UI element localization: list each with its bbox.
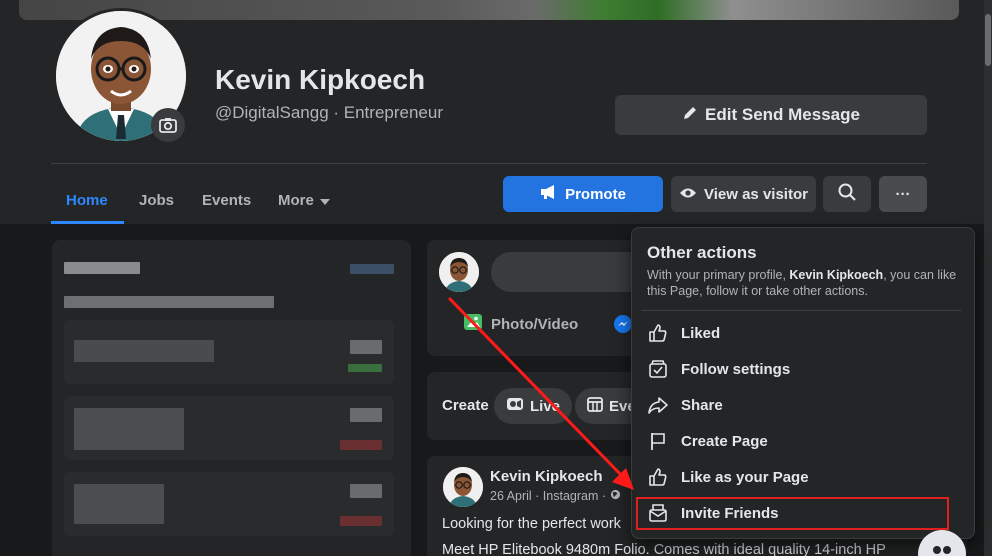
pixelated-text — [350, 484, 382, 498]
photo-icon — [463, 312, 483, 336]
messenger-icon[interactable] — [613, 314, 633, 339]
post-composer: Photo/Video — [427, 240, 647, 356]
pixelated-text — [74, 484, 164, 524]
menu-title: Other actions — [647, 243, 757, 262]
pixelated-text — [74, 340, 214, 362]
tab-label: Home — [66, 191, 108, 209]
pixelated-text — [350, 264, 394, 274]
menu-desc-name: Kevin Kipkoech — [789, 268, 884, 282]
menu-item-label: Create Page — [681, 432, 768, 450]
view-as-visitor-label: View as visitor — [704, 185, 808, 203]
thumbs-up-icon — [647, 322, 669, 344]
cover-photo[interactable] — [19, 0, 959, 20]
flag-icon — [647, 430, 669, 452]
live-video-icon — [506, 397, 524, 415]
scrollbar-thumb[interactable] — [985, 14, 991, 66]
floating-action-button[interactable] — [918, 530, 966, 556]
post-author[interactable]: Kevin Kipkoech — [490, 468, 603, 485]
share-icon — [647, 394, 669, 416]
pixelated-text — [340, 516, 382, 526]
photo-video-label: Photo/Video — [491, 315, 579, 333]
menu-item-liked[interactable]: Liked — [638, 316, 960, 350]
pixelated-text — [74, 408, 184, 450]
tab-more[interactable]: More — [278, 176, 330, 224]
tab-label: Events — [202, 191, 252, 209]
page-title: Kevin Kipkoech — [215, 64, 426, 95]
pixelated-text — [348, 364, 382, 372]
post-meta-text: 26 April · Instagram · — [490, 489, 607, 503]
header-divider — [51, 163, 927, 164]
annotation-highlight-box — [636, 497, 949, 530]
tab-label: Jobs — [139, 191, 175, 209]
menu-item-label: Share — [681, 396, 723, 414]
post-meta: 26 April · Instagram · — [490, 489, 621, 503]
eye-icon — [679, 186, 697, 203]
avatar[interactable] — [443, 467, 483, 507]
live-label: Live — [530, 397, 561, 415]
megaphone-icon — [540, 184, 558, 204]
follow-settings-icon — [647, 358, 669, 380]
menu-divider — [641, 310, 961, 311]
menu-item-like-as-page[interactable]: Like as your Page — [638, 460, 960, 494]
photo-video-button[interactable]: Photo/Video — [463, 312, 578, 336]
pixelated-text — [64, 262, 140, 274]
globe-icon — [610, 489, 621, 503]
tab-label: More — [278, 191, 314, 209]
pixelated-text — [340, 440, 382, 450]
menu-item-create-page[interactable]: Create Page — [638, 424, 960, 458]
calendar-icon — [587, 396, 603, 416]
pixelated-text — [350, 408, 382, 422]
search-icon — [838, 183, 856, 205]
left-info-card — [52, 240, 411, 556]
tab-home[interactable]: Home — [66, 176, 108, 224]
thumbs-up-icon — [647, 466, 669, 488]
post-text-line: Looking for the perfect work — [442, 516, 621, 532]
pixelated-text — [64, 296, 274, 308]
menu-item-label: Follow settings — [681, 360, 791, 378]
avatar[interactable] — [439, 252, 479, 292]
camera-icon[interactable] — [151, 108, 185, 142]
post-text-line: Meet HP Elitebook 9480m Folio. Comes wit… — [442, 542, 886, 556]
edit-send-message-label: Edit Send Message — [705, 105, 860, 124]
create-label: Create — [442, 397, 489, 414]
menu-item-label: Liked — [681, 324, 721, 342]
menu-item-share[interactable]: Share — [638, 388, 960, 422]
menu-item-follow-settings[interactable]: Follow settings — [638, 352, 960, 386]
edit-send-message-button[interactable]: Edit Send Message — [615, 95, 927, 135]
menu-description: With your primary profile, Kevin Kipkoec… — [647, 267, 962, 299]
page-handle: @DigitalSangg · Entrepreneur — [215, 103, 443, 122]
promote-label: Promote — [565, 185, 626, 203]
tab-jobs[interactable]: Jobs — [139, 176, 174, 224]
menu-desc-prefix: With your primary profile, — [647, 268, 790, 282]
pencil-icon — [682, 105, 698, 126]
active-tab-indicator — [51, 221, 124, 224]
whats-on-your-mind-input[interactable] — [491, 252, 647, 292]
view-as-visitor-button[interactable]: View as visitor — [671, 176, 816, 212]
pixelated-text — [350, 340, 382, 354]
search-button[interactable] — [823, 176, 871, 212]
live-button[interactable]: Live — [494, 388, 573, 424]
other-actions-menu: Other actions With your primary profile,… — [631, 227, 975, 539]
create-card: Create Live Eve — [427, 372, 647, 440]
more-dots-label: ··· — [895, 185, 911, 203]
menu-item-label: Like as your Page — [681, 468, 809, 486]
scrollbar[interactable] — [984, 0, 992, 556]
caret-down-icon — [319, 192, 330, 209]
more-options-button[interactable]: ··· — [879, 176, 927, 212]
promote-button[interactable]: Promote — [503, 176, 663, 212]
tab-events[interactable]: Events — [202, 176, 251, 224]
